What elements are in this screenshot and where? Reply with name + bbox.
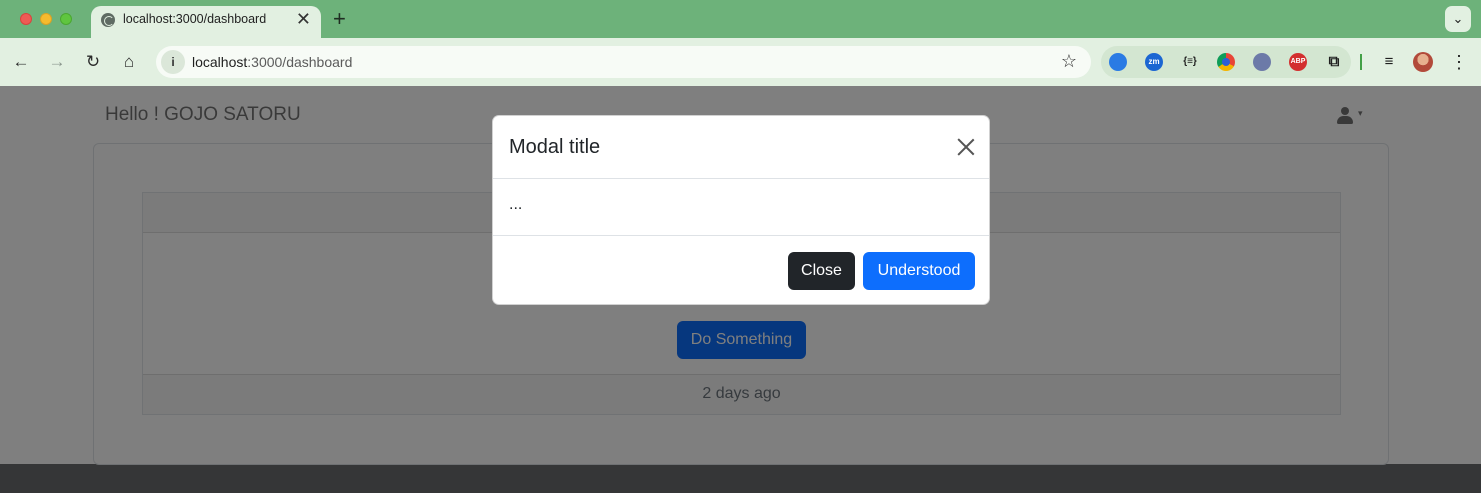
extension-icon[interactable] [1253, 53, 1271, 71]
forward-button[interactable]: → [44, 49, 70, 75]
close-window-button[interactable] [20, 13, 32, 25]
back-button[interactable]: ← [8, 49, 34, 75]
color-extension-icon[interactable] [1217, 53, 1235, 71]
zoom-extension-icon[interactable]: zm [1145, 53, 1163, 71]
address-bar[interactable]: i localhost:3000/dashboard ☆ [156, 46, 1091, 78]
profile-avatar[interactable] [1413, 52, 1433, 72]
new-tab-button[interactable]: + [333, 6, 346, 32]
extension-icon[interactable] [1109, 53, 1127, 71]
json-extension-icon[interactable]: {≡} [1181, 53, 1199, 71]
media-controls-icon[interactable]: ≡ [1378, 49, 1400, 75]
extensions-puzzle-icon[interactable]: ⧉ [1325, 53, 1343, 71]
close-icon[interactable] [957, 138, 975, 156]
browser-menu-icon[interactable]: ⋮ [1450, 49, 1468, 75]
maximize-window-button[interactable] [60, 13, 72, 25]
extensions-tray: zm {≡} ABP ⧉ [1101, 46, 1351, 78]
browser-titlebar: localhost:3000/dashboard ✕ + ⌄ [0, 0, 1481, 40]
url-path: :3000/dashboard [247, 54, 353, 70]
understood-button[interactable]: Understood [863, 252, 975, 290]
tab-title: localhost:3000/dashboard [123, 12, 267, 26]
tab-close-icon[interactable]: ✕ [296, 8, 311, 30]
modal-title: Modal title [509, 136, 601, 158]
browser-tab-dashboard[interactable]: localhost:3000/dashboard ✕ [91, 6, 321, 40]
modal-body: ... [493, 179, 989, 236]
modal-dialog: Modal title ... Close Understood [492, 115, 990, 305]
adblock-plus-icon[interactable]: ABP [1289, 53, 1307, 71]
globe-icon [101, 13, 115, 27]
tab-search-button[interactable]: ⌄ [1445, 6, 1471, 32]
browser-toolbar: ← → ↻ ⌂ i localhost:3000/dashboard ☆ zm … [0, 38, 1481, 86]
close-button[interactable]: Close [788, 252, 855, 290]
reload-button[interactable]: ↻ [80, 49, 106, 75]
home-button[interactable]: ⌂ [116, 49, 142, 75]
modal-body-text: ... [509, 196, 523, 213]
url-host: localhost [192, 54, 248, 70]
url-text[interactable]: localhost:3000/dashboard [192, 54, 352, 70]
bookmark-star-icon[interactable]: ☆ [1061, 51, 1077, 71]
modal-header: Modal title [493, 116, 989, 179]
minimize-window-button[interactable] [40, 13, 52, 25]
toolbar-divider [1360, 54, 1362, 70]
site-info-icon[interactable]: i [161, 50, 185, 74]
